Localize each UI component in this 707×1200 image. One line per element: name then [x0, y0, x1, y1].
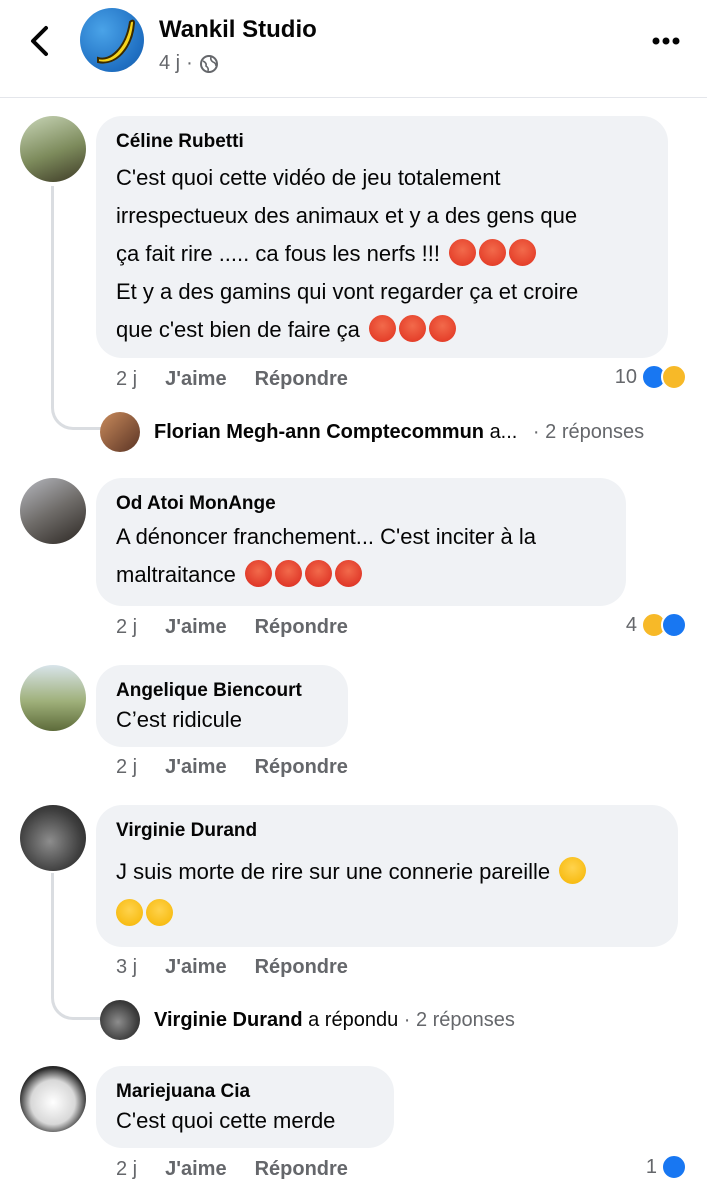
- reply-author: Virginie Durand: [154, 1008, 303, 1031]
- thread-connector: [51, 186, 101, 430]
- comment-author[interactable]: Céline Rubetti: [116, 130, 648, 154]
- like-button[interactable]: J'aime: [165, 1158, 226, 1181]
- angry-face-emoji-icon: [429, 315, 457, 342]
- rolling-laughing-emoji-icon: [559, 857, 587, 884]
- cursing-face-emoji-icon: [244, 560, 272, 587]
- angry-face-emoji-icon: [449, 239, 477, 266]
- comment-text: C'est quoi cette vidéo de jeu totalement…: [116, 165, 579, 342]
- like-button[interactable]: J'aime: [165, 368, 226, 391]
- cursing-face-emoji-icon: [304, 560, 332, 587]
- reaction-summary[interactable]: 1: [646, 1154, 687, 1180]
- comment-time[interactable]: 2 j: [116, 368, 137, 391]
- angry-face-emoji-icon: [399, 315, 427, 342]
- post-header: Wankil Studio 4 j ·: [0, 0, 707, 98]
- avatar[interactable]: [20, 665, 86, 731]
- comment-bubble[interactable]: Céline Rubetti C'est quoi cette vidéo de…: [96, 116, 668, 358]
- comment-actions: 2 j J'aime Répondre: [116, 756, 348, 779]
- reply-avatar: [100, 412, 140, 452]
- avatar[interactable]: [20, 478, 86, 544]
- comment-text: A dénoncer franchement... C'est inciter …: [116, 524, 536, 587]
- like-reaction-icon: [661, 1154, 687, 1180]
- avatar[interactable]: [20, 805, 86, 871]
- comment-time[interactable]: 2 j: [116, 616, 137, 639]
- comment-text: C'est quoi cette merde: [116, 1108, 336, 1133]
- reply-avatar: [100, 1000, 140, 1040]
- cursing-face-emoji-icon: [274, 560, 302, 587]
- comment-time[interactable]: 2 j: [116, 1158, 137, 1181]
- comment-author[interactable]: Angelique Biencourt: [116, 679, 328, 703]
- comment-actions: 3 j J'aime Répondre: [116, 956, 348, 979]
- comment-author[interactable]: Mariejuana Cia: [116, 1080, 374, 1104]
- page-title[interactable]: Wankil Studio: [159, 16, 317, 44]
- comment-text: J suis morte de rire sur une connerie pa…: [116, 853, 658, 933]
- comment-time[interactable]: 3 j: [116, 956, 137, 979]
- comment-actions: 2 j J'aime Répondre: [116, 616, 348, 639]
- reaction-summary[interactable]: 10: [615, 364, 687, 390]
- reply-button[interactable]: Répondre: [255, 956, 348, 979]
- reply-button[interactable]: Répondre: [255, 1158, 348, 1181]
- like-button[interactable]: J'aime: [165, 756, 226, 779]
- comment-actions: 2 j J'aime Répondre: [116, 1158, 348, 1181]
- reply-button[interactable]: Répondre: [255, 756, 348, 779]
- reply-count: · 2 réponses: [532, 420, 645, 443]
- rolling-laughing-emoji-icon: [146, 899, 173, 926]
- post-time: 4 j: [159, 52, 181, 74]
- avatar[interactable]: [20, 1066, 86, 1132]
- reply-author: Florian Megh-ann Comptecommun: [154, 420, 484, 443]
- reaction-count: 10: [614, 365, 637, 388]
- angry-face-emoji-icon: [369, 315, 397, 342]
- reaction-count: 4: [625, 613, 637, 636]
- view-replies[interactable]: Virginie Durand a répondu · 2 réponses: [100, 1000, 515, 1040]
- more-dots-icon[interactable]: [651, 36, 681, 46]
- banana-logo-icon: [97, 19, 136, 64]
- view-replies[interactable]: Florian Megh-ann Comptecommun a... · 2 r…: [100, 412, 644, 452]
- like-reaction-icon: [661, 612, 687, 638]
- globe-icon: [199, 54, 218, 73]
- angry-face-emoji-icon: [509, 239, 537, 266]
- comment-time[interactable]: 2 j: [116, 756, 137, 779]
- page-avatar[interactable]: [80, 8, 144, 72]
- angry-face-emoji-icon: [479, 239, 507, 266]
- reaction-count: 1: [645, 1155, 657, 1178]
- comment-text: C’est ridicule: [116, 707, 242, 732]
- comment-author[interactable]: Od Atoi MonAnge: [116, 492, 606, 516]
- comment-bubble[interactable]: Mariejuana Cia C'est quoi cette merde: [96, 1066, 394, 1148]
- thread-connector: [51, 873, 101, 1020]
- like-button[interactable]: J'aime: [165, 956, 226, 979]
- post-meta: 4 j ·: [159, 52, 219, 75]
- comment-actions: 2 j J'aime Répondre: [116, 368, 348, 391]
- avatar[interactable]: [20, 116, 86, 182]
- reply-count: · 2 réponses: [403, 1008, 515, 1031]
- cursing-face-emoji-icon: [334, 560, 362, 587]
- comment-bubble[interactable]: Virginie Durand J suis morte de rire sur…: [96, 805, 678, 947]
- reply-button[interactable]: Répondre: [255, 616, 348, 639]
- comment-author[interactable]: Virginie Durand: [116, 819, 658, 843]
- chevron-left-icon[interactable]: [26, 24, 56, 58]
- comment-bubble[interactable]: Od Atoi MonAnge A dénoncer franchement..…: [96, 478, 626, 606]
- haha-reaction-icon: [661, 364, 687, 390]
- reply-button[interactable]: Répondre: [255, 368, 348, 391]
- like-button[interactable]: J'aime: [165, 616, 226, 639]
- rolling-laughing-emoji-icon: [116, 899, 143, 926]
- reaction-summary[interactable]: 4: [626, 612, 687, 638]
- comment-bubble[interactable]: Angelique Biencourt C’est ridicule: [96, 665, 348, 747]
